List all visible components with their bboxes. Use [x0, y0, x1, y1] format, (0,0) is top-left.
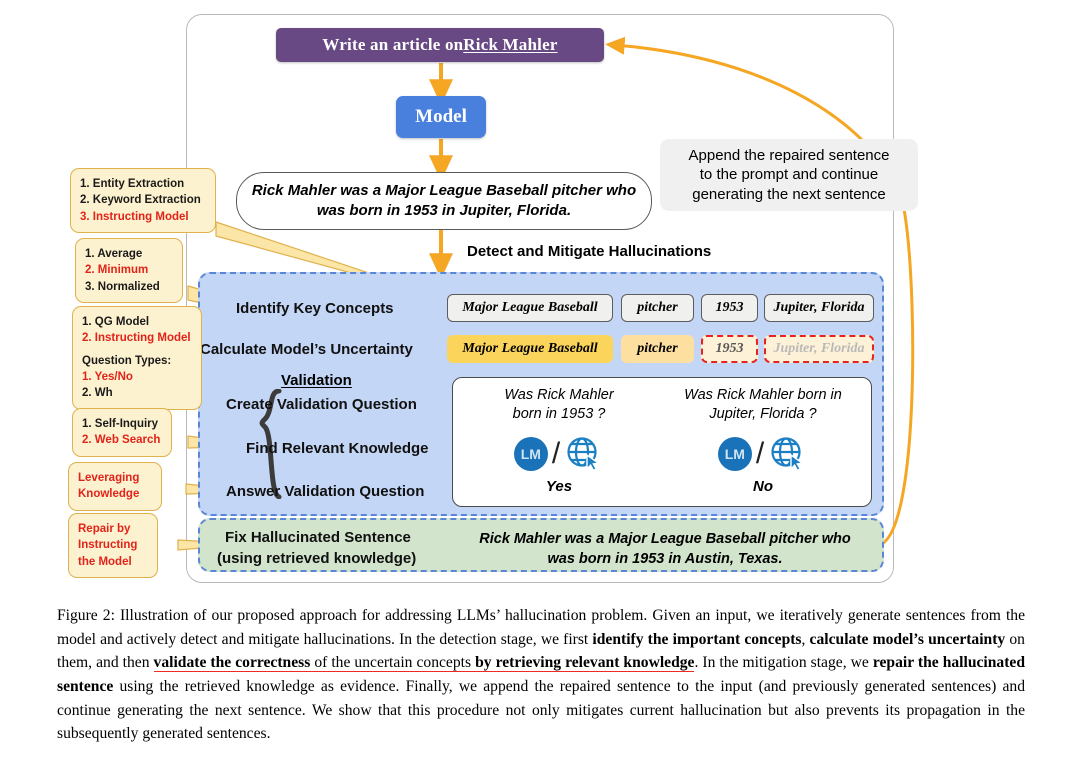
append-note-line3: generating the next sentence — [692, 185, 886, 203]
callout-line: 1. Entity Extraction — [80, 178, 185, 190]
figure-caption: Figure 2: Illustration of our proposed a… — [57, 604, 1025, 746]
validation-question-column: Was Rick Mahler born in Jupiter, Florida… — [665, 386, 861, 495]
caption-segment: using the retrieved knowledge as evidenc… — [57, 678, 1025, 743]
model-box: Model — [396, 96, 486, 138]
row-label-create-validation-question: Create Validation Question — [226, 396, 417, 413]
validation-question-line1: Was Rick Mahler — [504, 387, 614, 403]
row-label-fix-using-knowledge: (using retrieved knowledge) — [217, 550, 417, 567]
callout-line: 2. Instructing Model — [82, 332, 191, 345]
validation-question-column: Was Rick Mahler born in 1953 ? LM / Yes — [461, 386, 657, 495]
callout-line: 2. Keyword Extraction — [80, 194, 201, 207]
detect-mitigate-label: Detect and Mitigate Hallucinations — [467, 243, 712, 260]
callout-repair-method: Repair by Instructing the Model — [68, 513, 158, 578]
caption-segment: by retrieving relevant knowledge — [475, 654, 695, 672]
generated-sentence-line1: Rick Mahler was a Major League Baseball … — [251, 181, 637, 199]
caption-segment: calculate model’s uncertainty — [809, 630, 1006, 648]
callout-line: 1. Average — [85, 248, 143, 260]
validation-title: Validation — [281, 372, 352, 389]
web-search-globe-icon — [567, 437, 601, 472]
concept-chip: Major League Baseball — [447, 294, 613, 322]
append-note-line1: Append the repaired sentence — [688, 147, 890, 165]
prompt-entity: Rick Mahler — [463, 35, 558, 54]
model-label: Model — [415, 106, 467, 127]
repaired-sentence: Rick Mahler was a Major League Baseball … — [460, 529, 870, 570]
callout-line: 1. Self-Inquiry — [82, 418, 159, 430]
append-note-line2: to the prompt and continue — [699, 166, 879, 184]
callout-line: 3. Normalized — [85, 280, 160, 293]
row-label-identify-key-concepts: Identify Key Concepts — [236, 300, 394, 317]
row-label-answer-validation-question: Answer Validation Question — [226, 483, 425, 500]
validation-question-line2: born in 1953 ? — [512, 405, 606, 422]
callout-line: Instructing — [78, 539, 138, 552]
concept-chip: Jupiter, Florida — [764, 294, 874, 322]
slash-separator: / — [755, 437, 765, 470]
row-label-calculate-uncertainty: Calculate Model’s Uncertainty — [200, 341, 413, 358]
callout-line: 2. Wh — [82, 387, 113, 400]
knowledge-source-icons: LM / — [665, 432, 861, 476]
caption-segment: validate the correctness — [153, 654, 311, 672]
callout-uncertainty-methods: 1. Average 2. Minimum 3. Normalized — [75, 238, 183, 303]
callout-line: Repair by — [78, 523, 131, 535]
repaired-sentence-line1: Rick Mahler was a Major League Baseball … — [479, 531, 851, 547]
callout-line: 1. QG Model — [82, 316, 150, 328]
validation-answer: Yes — [545, 478, 573, 495]
knowledge-source-icons: LM / — [461, 432, 657, 476]
lm-icon: LM — [513, 437, 548, 471]
validation-answer: No — [753, 478, 773, 495]
uncertainty-chip: Major League Baseball — [447, 335, 613, 363]
caption-segment: of the uncertain concepts — [310, 654, 476, 672]
uncertainty-chip-flagged: 1953 — [701, 335, 758, 363]
row-label-fix-hallucinated-sentence: Fix Hallucinated Sentence — [225, 529, 411, 546]
row-label-find-relevant-knowledge: Find Relevant Knowledge — [246, 440, 429, 457]
uncertainty-chip-flagged: Jupiter, Florida — [764, 335, 874, 363]
callout-answer-method: Leveraging Knowledge — [68, 462, 162, 511]
caption-segment: , — [801, 630, 810, 648]
slash-separator: / — [551, 437, 561, 470]
callout-line: Knowledge — [78, 488, 140, 501]
callout-line: 1. Yes/No — [82, 370, 133, 383]
caption-segment: . In the mitigation stage, we — [694, 654, 873, 672]
callout-line: Leveraging — [78, 472, 140, 484]
validation-question-line1: Was Rick Mahler born in — [684, 387, 842, 403]
validation-question-text: Was Rick Mahler born in 1953 ? — [461, 386, 657, 426]
generated-sentence-box: Rick Mahler was a Major League Baseball … — [236, 172, 652, 230]
uncertainty-chip: pitcher — [621, 335, 694, 363]
prompt-prefix: Write an article on — [322, 35, 464, 54]
prompt-box: Write an article on Rick Mahler — [276, 28, 604, 62]
callout-line: 2. Minimum — [85, 264, 149, 277]
lm-icon: LM — [717, 437, 752, 471]
callout-spacer — [82, 347, 192, 353]
web-search-globe-icon — [771, 437, 805, 472]
validation-question-line2: Jupiter, Florida ? — [709, 405, 817, 422]
repaired-sentence-line2: was born in 1953 in Austin, Texas. — [547, 551, 783, 568]
validation-qa-box: Was Rick Mahler born in 1953 ? LM / Yes … — [452, 377, 872, 507]
callout-concept-methods: 1. Entity Extraction 2. Keyword Extracti… — [70, 168, 216, 233]
callout-knowledge-methods: 1. Self-Inquiry 2. Web Search — [72, 408, 172, 457]
generated-sentence-line2: was born in 1953 in Jupiter, Florida. — [316, 202, 572, 219]
figure-diagram: Write an article on Rick Mahler Model Ri… — [0, 0, 1080, 596]
callout-line: 3. Instructing Model — [80, 210, 189, 223]
caption-segment: identify the important concepts — [592, 630, 802, 648]
concept-chip: 1953 — [701, 294, 758, 322]
callout-line: Question Types: — [82, 354, 172, 367]
append-note-box: Append the repaired sentence to the prom… — [660, 139, 918, 211]
validation-question-text: Was Rick Mahler born in Jupiter, Florida… — [665, 386, 861, 426]
callout-question-methods: 1. QG Model 2. Instructing Model Questio… — [72, 306, 202, 410]
callout-line: 2. Web Search — [82, 434, 161, 447]
callout-line: the Model — [78, 555, 132, 568]
concept-chip: pitcher — [621, 294, 694, 322]
